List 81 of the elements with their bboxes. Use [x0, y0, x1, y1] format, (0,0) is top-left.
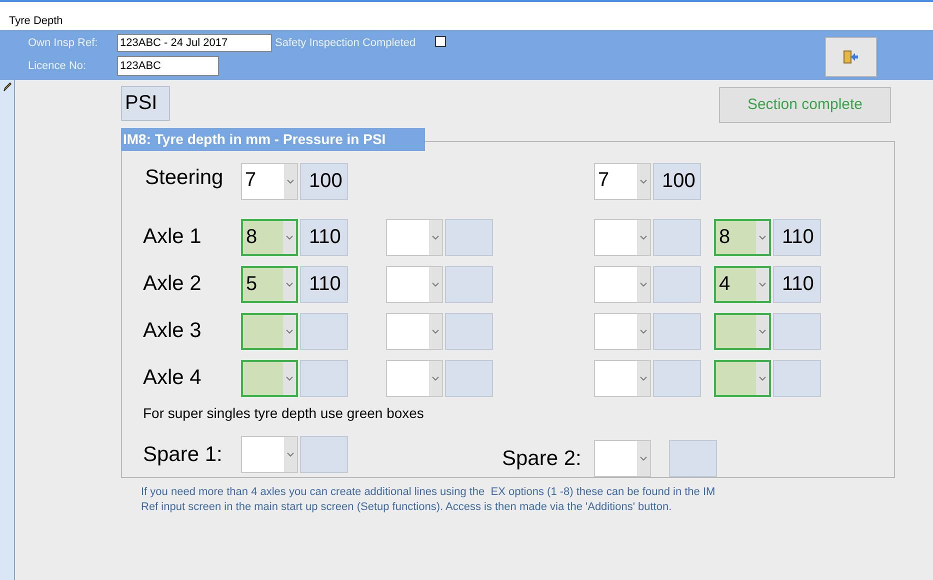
chevron-down-icon [640, 456, 647, 461]
depth-dropdown[interactable] [594, 266, 651, 302]
axle-label: Axle 1 [143, 224, 202, 250]
depth-dropdown[interactable] [386, 312, 443, 350]
chevron-down-icon [432, 328, 439, 334]
pressure-field[interactable]: 110 [300, 266, 348, 302]
depth-dropdown[interactable] [241, 360, 298, 396]
depth-dropdown[interactable]: 5 [241, 266, 298, 302]
pressure-field[interactable] [773, 312, 821, 350]
depth-dropdown[interactable] [594, 218, 651, 256]
depth-dropdown[interactable] [241, 436, 298, 473]
chevron-down-icon [287, 178, 294, 184]
pressure-field[interactable] [445, 218, 493, 256]
chevron-down-icon [286, 376, 293, 380]
chevron-down-icon [640, 282, 647, 286]
pressure-field[interactable] [300, 312, 348, 350]
chevron-down-icon [640, 376, 647, 380]
depth-dropdown[interactable] [714, 312, 771, 350]
depth-dropdown[interactable] [594, 440, 651, 477]
pressure-field[interactable] [653, 312, 701, 350]
axle-label: Axle 3 [143, 318, 202, 344]
pressure-field[interactable]: 100 [300, 162, 348, 200]
chevron-down-icon [759, 376, 766, 380]
chevron-down-icon [286, 234, 293, 240]
depth-dropdown[interactable] [594, 360, 651, 396]
depth-dropdown[interactable]: 7 [594, 162, 651, 200]
group-title: IM8: Tyre depth in mm - Pressure in PSI [121, 128, 425, 151]
chevron-down-icon [432, 376, 439, 380]
chevron-down-icon [432, 282, 439, 286]
field-label: Own Insp Ref: [28, 36, 99, 51]
checkbox[interactable] [434, 36, 446, 46]
pressure-field[interactable] [653, 360, 701, 396]
chevron-down-icon [759, 328, 766, 334]
pressure-field[interactable] [445, 312, 493, 350]
spare-label: Spare 2: [502, 446, 582, 472]
depth-dropdown[interactable]: 7 [241, 162, 298, 200]
door-exit-icon [843, 50, 859, 64]
chevron-down-icon [287, 452, 294, 457]
axle-label: Steering [144, 165, 224, 192]
depth-dropdown[interactable] [241, 312, 298, 350]
field-label: Safety Inspection Completed [275, 36, 416, 51]
exit-button[interactable] [825, 37, 877, 77]
pressure-field[interactable] [445, 360, 493, 396]
depth-dropdown[interactable] [386, 218, 443, 256]
depth-dropdown[interactable] [386, 266, 443, 302]
chevron-down-icon [640, 234, 647, 240]
chevron-down-icon [640, 328, 647, 334]
pressure-field[interactable]: 110 [300, 218, 348, 256]
field-label: Licence No: [28, 58, 88, 74]
pressure-field[interactable]: 100 [653, 162, 701, 200]
info-text: If you need more than 4 axles you can create additional lines using the EX options (1 -8) these can be found in the IM Ref input screen in the main start up screen (Setup functions). Access is then made via the 'Additions' button. [141, 485, 716, 515]
axle-label: Axle 2 [143, 271, 202, 298]
depth-dropdown[interactable] [594, 312, 651, 350]
pressure-field[interactable] [653, 266, 701, 302]
depth-dropdown[interactable] [386, 360, 443, 396]
depth-dropdown[interactable]: 8 [241, 218, 298, 256]
chevron-down-icon [640, 178, 647, 184]
chevron-down-icon [759, 234, 766, 240]
axle-label: Axle 4 [143, 365, 202, 392]
pressure-field[interactable] [445, 266, 493, 302]
hint-text: For super singles tyre depth use green boxes [143, 404, 425, 423]
chevron-down-icon [286, 328, 293, 334]
depth-dropdown[interactable]: 8 [714, 218, 771, 256]
chevron-down-icon [286, 282, 293, 286]
pressure-field[interactable]: 110 [773, 266, 821, 302]
inspection-ref-field[interactable]: 123ABC - 24 Jul 2017 [117, 34, 272, 52]
chevron-down-icon [759, 282, 766, 286]
unit-label: PSI [121, 86, 170, 121]
pressure-field[interactable]: 110 [773, 218, 821, 256]
window-title: Tyre Depth [9, 15, 63, 27]
licence-number-field[interactable]: 123ABC [117, 56, 219, 76]
pressure-field[interactable] [773, 360, 821, 396]
pressure-field[interactable] [669, 440, 717, 477]
pressure-field[interactable] [300, 360, 348, 396]
depth-dropdown[interactable]: 4 [714, 266, 771, 302]
chevron-down-icon [432, 234, 439, 240]
spare-label: Spare 1: [143, 442, 224, 468]
pencil-icon [3, 82, 12, 92]
pressure-field[interactable] [300, 436, 348, 473]
pressure-field[interactable] [653, 218, 701, 256]
depth-dropdown[interactable] [714, 360, 771, 396]
